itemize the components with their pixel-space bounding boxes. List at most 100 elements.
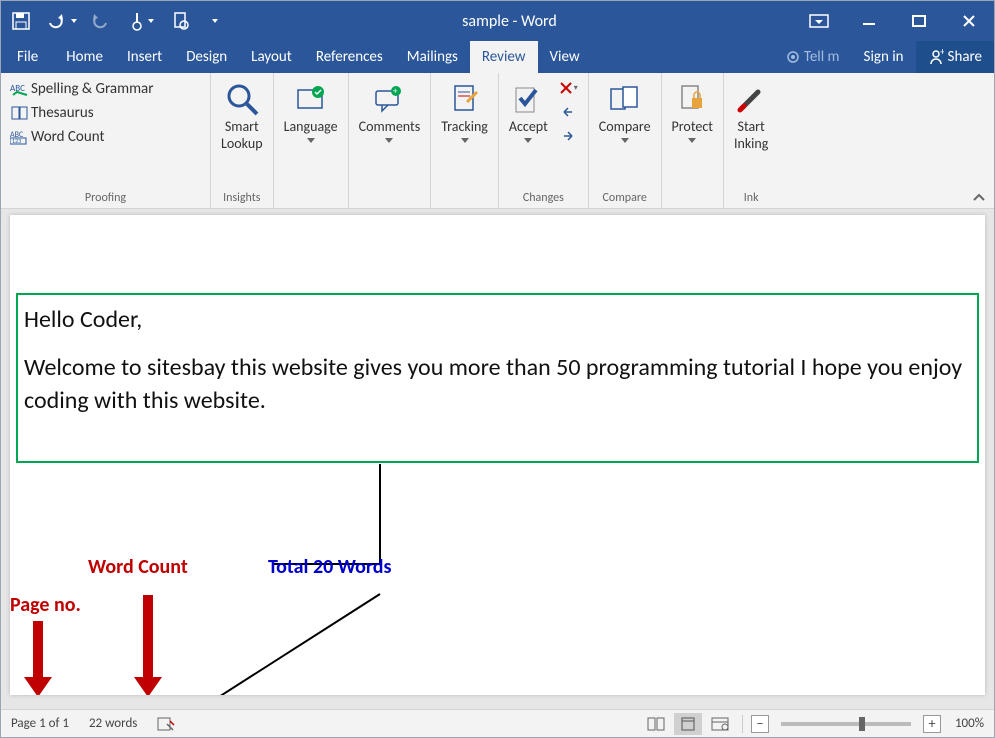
- tab-layout[interactable]: Layout: [239, 41, 304, 73]
- undo-button[interactable]: [41, 1, 81, 41]
- qat-customize-button[interactable]: [201, 1, 225, 41]
- spelling-grammar-button[interactable]: ABC Spelling & Grammar: [7, 77, 204, 101]
- ribbon-group-ink: Start Inking Ink: [724, 73, 778, 208]
- read-mode-button[interactable]: [642, 713, 670, 735]
- protect-button[interactable]: Protect: [668, 77, 717, 145]
- group-label-ink: Ink: [730, 191, 772, 208]
- word-count-button[interactable]: ABC123 Word Count: [7, 125, 204, 149]
- window-controls: [794, 1, 994, 41]
- annotation-arrow-words: [138, 595, 158, 695]
- svg-text:+: +: [940, 49, 944, 58]
- title-bar: sample - Word: [1, 1, 994, 41]
- minimize-button[interactable]: [844, 1, 894, 41]
- tab-file[interactable]: File: [1, 41, 54, 73]
- tab-insert[interactable]: Insert: [115, 41, 174, 73]
- redo-button[interactable]: [81, 1, 121, 41]
- zoom-out-button[interactable]: −: [751, 715, 769, 733]
- window-title: sample - Word: [225, 12, 794, 31]
- ink-label: Start Inking: [734, 119, 768, 153]
- share-label: Share: [948, 48, 982, 66]
- tell-me-input[interactable]: Tell m: [774, 41, 852, 73]
- ribbon-tabs: File Home Insert Design Layout Reference…: [1, 41, 994, 73]
- group-label-proofing: Proofing: [7, 191, 204, 208]
- language-button[interactable]: Language: [280, 77, 342, 145]
- status-word-count[interactable]: 22 words: [79, 716, 147, 731]
- maximize-button[interactable]: [894, 1, 944, 41]
- next-change-button[interactable]: [554, 125, 582, 147]
- spelling-icon: ABC: [9, 81, 31, 97]
- tracking-icon: [451, 79, 479, 119]
- protect-label: Protect: [672, 119, 713, 136]
- tab-design[interactable]: Design: [174, 41, 239, 73]
- close-button[interactable]: [944, 1, 994, 41]
- smart-lookup-label: Smart Lookup: [221, 119, 263, 153]
- group-label-tracking: [437, 205, 492, 208]
- share-button[interactable]: + Share: [916, 41, 994, 73]
- tab-references[interactable]: References: [304, 41, 395, 73]
- group-label-protect: [668, 205, 717, 208]
- thesaurus-label: Thesaurus: [31, 104, 94, 122]
- ribbon-group-protect: Protect: [662, 73, 724, 208]
- tab-review[interactable]: Review: [470, 41, 538, 73]
- document-body[interactable]: Welcome to sitesbay this website gives y…: [24, 351, 971, 418]
- protect-icon: [678, 79, 706, 119]
- print-preview-button[interactable]: [161, 1, 201, 41]
- group-label-changes: Changes: [505, 191, 582, 208]
- thesaurus-icon: [9, 106, 31, 120]
- group-label-comments: [355, 205, 425, 208]
- group-label-language: [280, 205, 342, 208]
- group-label-insights: Insights: [217, 191, 267, 208]
- smart-lookup-button[interactable]: Smart Lookup: [217, 77, 267, 155]
- language-icon: [296, 79, 326, 119]
- zoom-level[interactable]: 100%: [945, 716, 984, 731]
- accept-button[interactable]: Accept: [505, 77, 552, 147]
- zoom-in-button[interactable]: +: [923, 715, 941, 733]
- ribbon: ABC Spelling & Grammar Thesaurus ABC123 …: [1, 73, 994, 209]
- reject-button[interactable]: ▾: [554, 77, 582, 99]
- ribbon-display-options-button[interactable]: [794, 1, 844, 41]
- document-page[interactable]: Hello Coder, Welcome to sitesbay this we…: [10, 215, 985, 695]
- status-page-number[interactable]: Page 1 of 1: [1, 716, 79, 731]
- collapse-ribbon-button[interactable]: [972, 192, 986, 202]
- highlighted-text-box: Hello Coder, Welcome to sitesbay this we…: [16, 293, 979, 463]
- word-count-label: Word Count: [31, 128, 104, 146]
- accept-icon: [514, 79, 542, 119]
- thesaurus-button[interactable]: Thesaurus: [7, 101, 204, 125]
- ribbon-group-language: Language: [274, 73, 349, 208]
- sign-in-button[interactable]: Sign in: [852, 41, 916, 73]
- smart-lookup-icon: [225, 79, 259, 119]
- start-inking-button[interactable]: Start Inking: [730, 77, 772, 155]
- document-area: Hello Coder, Welcome to sitesbay this we…: [1, 209, 994, 709]
- status-bar: Page 1 of 1 22 words − + 100%: [1, 709, 994, 737]
- tracking-button[interactable]: Tracking: [437, 77, 492, 145]
- print-layout-button[interactable]: [674, 713, 702, 735]
- spelling-label: Spelling & Grammar: [31, 80, 153, 98]
- annotation-total-words-label: Total 20 Words: [268, 555, 391, 579]
- previous-change-button[interactable]: [554, 101, 582, 123]
- word-count-icon: ABC123: [9, 129, 31, 145]
- comments-button[interactable]: + Comments: [355, 77, 425, 145]
- quick-access-toolbar: [1, 1, 225, 41]
- zoom-slider[interactable]: [781, 722, 911, 726]
- compare-icon: [609, 79, 641, 119]
- save-button[interactable]: [1, 1, 41, 41]
- ink-icon: [736, 79, 766, 119]
- compare-button[interactable]: Compare: [595, 77, 655, 145]
- status-proofing-button[interactable]: [147, 716, 185, 732]
- tab-view[interactable]: View: [538, 41, 592, 73]
- ribbon-group-tracking: Tracking: [431, 73, 499, 208]
- language-label: Language: [284, 119, 338, 136]
- group-label-compare: Compare: [595, 191, 655, 208]
- touch-mouse-mode-button[interactable]: [121, 1, 161, 41]
- tab-home[interactable]: Home: [54, 41, 115, 73]
- tab-mailings[interactable]: Mailings: [395, 41, 470, 73]
- annotation-page-no-label: Page no.: [10, 593, 81, 617]
- accept-label: Accept: [509, 119, 548, 136]
- document-greeting[interactable]: Hello Coder,: [24, 303, 971, 337]
- ribbon-group-changes: Accept ▾ Changes: [499, 73, 589, 208]
- ribbon-group-proofing: ABC Spelling & Grammar Thesaurus ABC123 …: [1, 73, 211, 208]
- comments-label: Comments: [359, 119, 421, 136]
- web-layout-button[interactable]: [706, 713, 734, 735]
- annotation-line-1: [180, 464, 420, 695]
- svg-text:+: +: [393, 86, 398, 97]
